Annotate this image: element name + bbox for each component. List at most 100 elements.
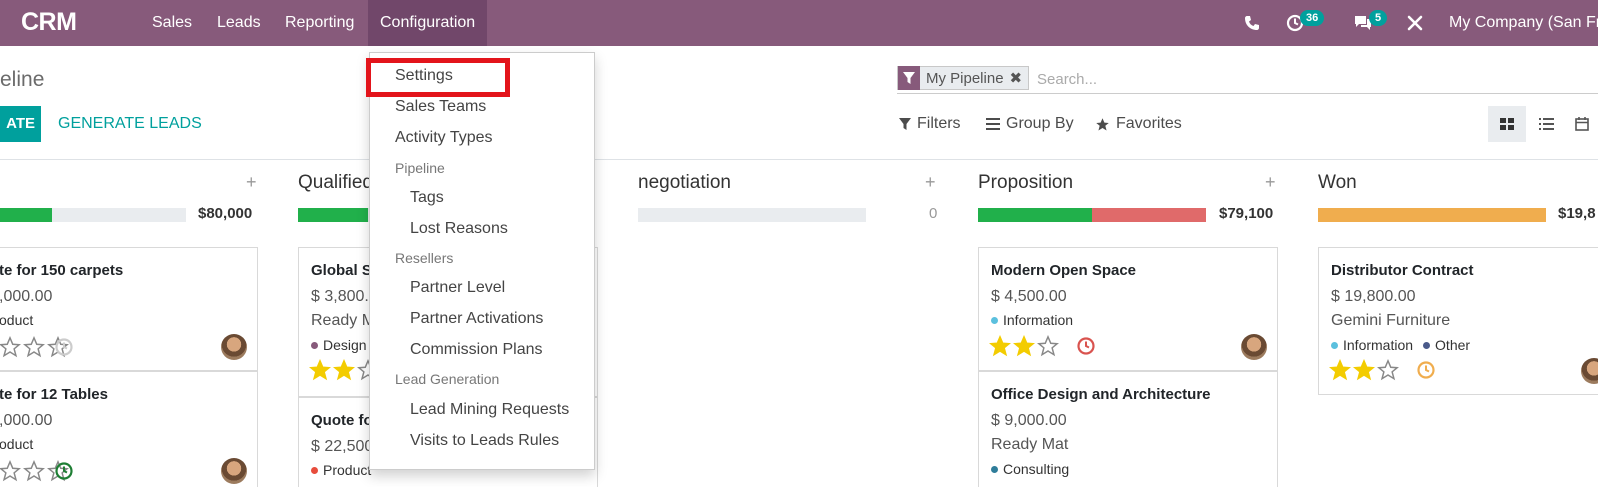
menu-item-lost-reasons[interactable]: Lost Reasons (410, 220, 508, 238)
list-icon (1538, 118, 1554, 130)
generate-leads-button[interactable]: GENERATE LEADS (58, 106, 202, 142)
column-add-icon[interactable]: + (246, 172, 257, 193)
menu-item-tags[interactable]: Tags (410, 189, 444, 207)
star-icon[interactable] (22, 459, 46, 487)
star-icon[interactable] (1012, 334, 1036, 362)
star-icon[interactable] (1352, 358, 1376, 386)
card-title: Global S (311, 262, 372, 279)
menu-item-partner-activations[interactable]: Partner Activations (410, 310, 543, 328)
star-icon[interactable] (332, 358, 356, 386)
activity-clock-icon[interactable] (54, 461, 74, 481)
menu-sales[interactable]: Sales (152, 0, 192, 46)
star-icon[interactable] (1328, 358, 1352, 386)
progress-segment[interactable] (298, 208, 368, 222)
column-progress-bar[interactable] (0, 208, 186, 222)
kanban-card[interactable]: Office Design and Architecture $ 9,000.0… (978, 371, 1278, 487)
column-progress-bar[interactable] (638, 208, 866, 222)
kanban-view-button[interactable] (1488, 106, 1526, 142)
kanban-card[interactable]: Distributor Contract $ 19,800.00 Gemini … (1318, 247, 1598, 395)
tag-label: Consulting (1003, 461, 1070, 477)
star-icon[interactable] (1036, 334, 1060, 362)
group-by-button[interactable]: Group By (986, 110, 1074, 138)
column-progress-bar[interactable] (978, 208, 1206, 222)
tag: Information (991, 312, 1073, 328)
card-revenue: ,000.00 (0, 288, 53, 305)
kanban-card[interactable]: Modern Open Space $ 4,500.00 Information (978, 247, 1278, 371)
column-progress-bar[interactable] (1318, 208, 1546, 222)
tag-label: Design (323, 337, 367, 353)
progress-segment[interactable] (978, 208, 1092, 222)
activity-clock-icon[interactable] (1416, 360, 1436, 380)
settings-highlight-box (366, 58, 510, 97)
card-company: Ready Mat (991, 436, 1069, 453)
menu-reporting[interactable]: Reporting (285, 0, 354, 46)
star-icon[interactable] (22, 335, 46, 363)
tag-label: oduct (0, 312, 34, 328)
debug-tools-icon[interactable] (1403, 0, 1427, 46)
card-title: te for 150 carpets (0, 262, 124, 279)
avatar[interactable] (1581, 358, 1598, 384)
progress-segment[interactable] (1092, 208, 1206, 222)
star-icon[interactable] (988, 334, 1012, 362)
menu-configuration[interactable]: Configuration (368, 0, 488, 46)
card-title: Distributor Contract (1331, 262, 1474, 279)
card-tags: Design (311, 337, 367, 353)
facet-remove-icon[interactable]: ✖ (1008, 69, 1029, 87)
priority-stars[interactable] (1328, 358, 1400, 386)
star-icon[interactable] (0, 335, 22, 363)
calendar-view-button[interactable] (1566, 106, 1598, 142)
activity-clock-icon[interactable] (1076, 336, 1096, 356)
search-input[interactable] (1037, 67, 1577, 91)
progress-segment[interactable] (1318, 208, 1546, 222)
activity-clock-icon[interactable] (54, 337, 74, 357)
card-tags: Information (991, 312, 1073, 328)
card-revenue: $ 9,000.00 (991, 412, 1067, 429)
card-company: Gemini Furniture (1331, 312, 1451, 329)
search-bar: My Pipeline ✖ (897, 64, 1598, 94)
column-add-icon[interactable]: + (1265, 172, 1276, 193)
menu-item-partner-level[interactable]: Partner Level (410, 279, 505, 297)
kanban-card[interactable]: te for 12 Tables ,000.00 oduct (0, 371, 258, 487)
breadcrumb: eline (0, 68, 45, 91)
menu-item-visits-to-leads-rules[interactable]: Visits to Leads Rules (410, 432, 559, 450)
menu-section-resellers: Resellers (395, 250, 454, 266)
star-icon[interactable] (308, 358, 332, 386)
avatar[interactable] (1241, 334, 1267, 360)
menu-item-commission-plans[interactable]: Commission Plans (410, 341, 542, 359)
menu-item-lead-mining-requests[interactable]: Lead Mining Requests (410, 401, 569, 419)
tag: Product (311, 462, 371, 478)
card-revenue: $ 22,500 (311, 438, 374, 455)
menu-section-lead-generation: Lead Generation (395, 371, 500, 387)
create-button[interactable]: ATE (0, 106, 41, 142)
tag: Design (311, 337, 367, 353)
card-tags: Information Other (1331, 337, 1470, 353)
menu-item-sales-teams[interactable]: Sales Teams (395, 98, 486, 116)
progress-segment[interactable] (0, 208, 53, 222)
card-revenue: ,000.00 (0, 412, 53, 429)
menu-leads[interactable]: Leads (217, 0, 261, 46)
card-revenue: $ 19,800.00 (1331, 288, 1416, 305)
phone-icon[interactable] (1240, 0, 1264, 46)
list-view-button[interactable] (1527, 106, 1565, 142)
column-title: Proposition (978, 172, 1074, 193)
kanban-card[interactable]: te for 150 carpets ,000.00 oduct (0, 247, 258, 371)
avatar[interactable] (221, 458, 247, 484)
column-title: Won (1318, 172, 1357, 193)
card-revenue: $ 4,500.00 (991, 288, 1067, 305)
company-switcher[interactable]: My Company (San Fr (1449, 0, 1598, 46)
messages-badge: 5 (1369, 10, 1388, 26)
star-icon[interactable] (1376, 358, 1400, 386)
filters-label: Filters (917, 115, 961, 132)
card-title: Office Design and Architecture (991, 386, 1211, 403)
avatar[interactable] (221, 334, 247, 360)
bars-icon (986, 118, 1000, 130)
priority-stars[interactable] (988, 334, 1060, 362)
column-sum: $19,8 (1558, 205, 1596, 222)
menu-item-activity-types[interactable]: Activity Types (395, 129, 493, 147)
favorites-button[interactable]: Favorites (1095, 110, 1182, 138)
filters-button[interactable]: Filters (899, 110, 961, 138)
app-brand[interactable]: CRM (21, 8, 77, 37)
menu-section-pipeline: Pipeline (395, 160, 445, 176)
star-icon[interactable] (0, 459, 22, 487)
column-add-icon[interactable]: + (925, 172, 936, 193)
